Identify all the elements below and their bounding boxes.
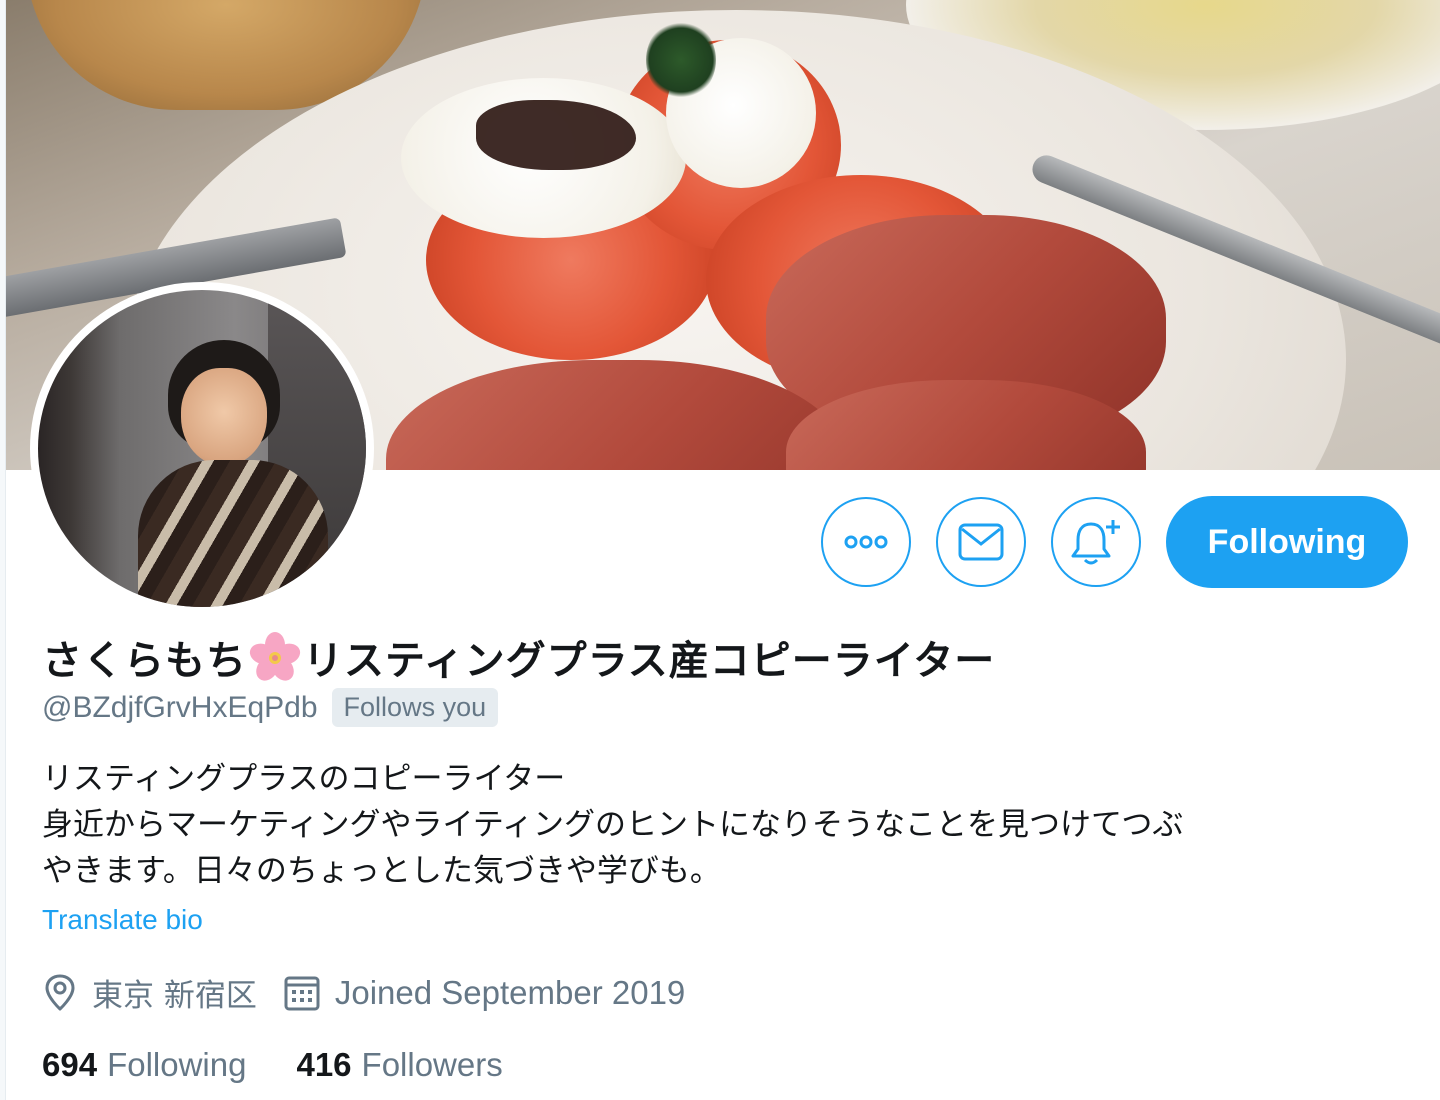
- display-name-part1: さくらもち: [42, 638, 247, 684]
- handle-row: @BZdjfGrvHxEqPdb Follows you: [42, 688, 499, 727]
- bio-line: やきます。日々のちょっとした気づきや学びも。: [42, 853, 721, 889]
- followers-label: Followers: [361, 1046, 503, 1083]
- envelope-icon: [958, 523, 1004, 561]
- more-button[interactable]: [821, 497, 911, 587]
- profile-bio: リスティングプラスのコピーライター 身近からマーケティングやライティングのヒント…: [42, 756, 1402, 894]
- followers-count-link[interactable]: 416 Followers: [296, 1046, 502, 1084]
- profile-actions: Following: [821, 496, 1408, 588]
- following-label: Following: [107, 1046, 247, 1083]
- profile-avatar[interactable]: [30, 282, 374, 615]
- location: 東京 新宿区: [42, 970, 257, 1015]
- notifications-button[interactable]: [1051, 497, 1141, 587]
- join-date-text: Joined September 2019: [334, 973, 686, 1011]
- more-icon: [844, 535, 888, 549]
- username-handle: @BZdjfGrvHxEqPdb: [42, 690, 318, 724]
- following-count-link[interactable]: 694 Following: [42, 1046, 246, 1084]
- join-date: Joined September 2019: [283, 974, 685, 1012]
- bell-plus-icon: [1071, 520, 1120, 565]
- cherry-blossom-icon: [249, 632, 301, 681]
- location-text: 東京 新宿区: [92, 978, 257, 1014]
- translate-bio-link[interactable]: Translate bio: [42, 904, 203, 936]
- bio-line: 身近からマーケティングやライティングのヒントになりそうなことを見つけてつぶ: [42, 807, 1184, 843]
- follow-stats: 694 Following 416 Followers: [42, 1046, 503, 1084]
- following-button[interactable]: Following: [1166, 496, 1408, 588]
- bio-line: リスティングプラスのコピーライター: [42, 761, 566, 797]
- location-pin-icon: [45, 974, 75, 1010]
- message-button[interactable]: [936, 497, 1026, 587]
- profile-meta: 東京 新宿区 Joined September 2019: [42, 970, 711, 1015]
- following-count: 694: [42, 1046, 98, 1083]
- calendar-icon: [284, 976, 320, 1010]
- followers-count: 416: [296, 1046, 352, 1083]
- avatar-photo: [38, 290, 366, 607]
- follows-you-badge: Follows you: [331, 688, 499, 727]
- display-name: さくらもち リスティングプラス産コピーライター: [42, 628, 995, 686]
- display-name-part2: リスティングプラス産コピーライター: [303, 638, 996, 684]
